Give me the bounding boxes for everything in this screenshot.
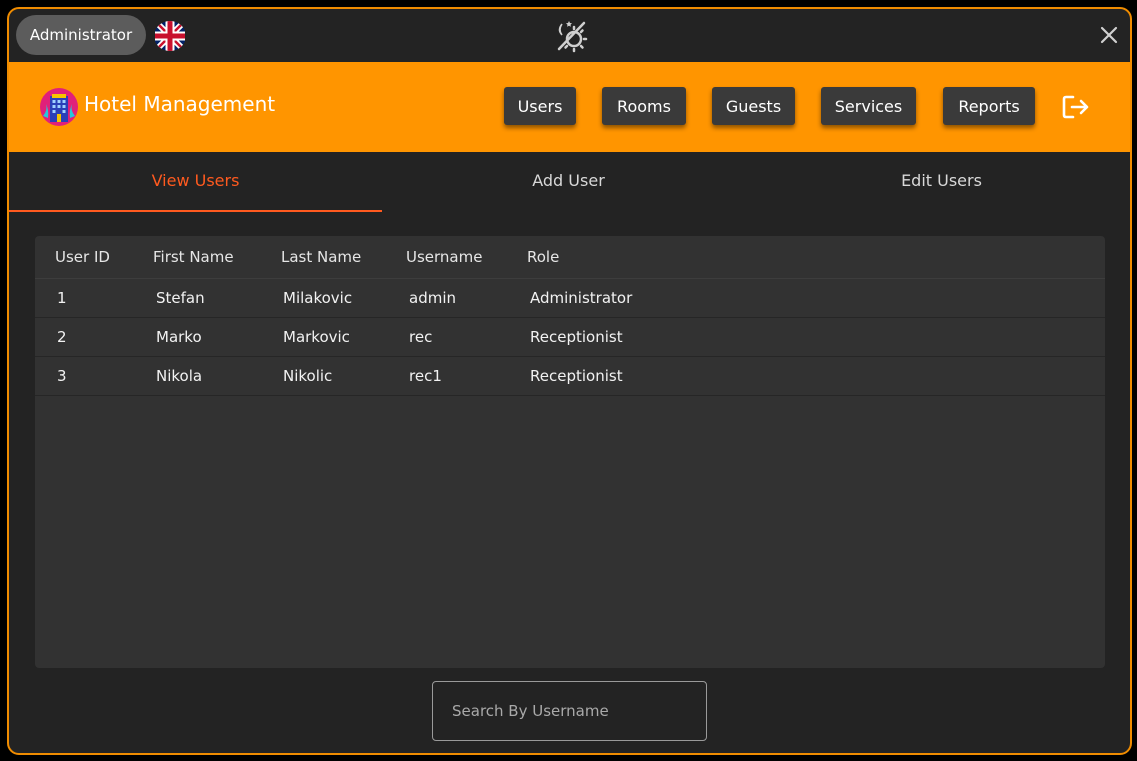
table-row[interactable]: 2 Marko Markovic rec Receptionist (35, 318, 1105, 357)
cell-last-name: Nikolic (283, 367, 333, 385)
nav-rooms-button[interactable]: Rooms (602, 87, 686, 125)
cell-role: Receptionist (530, 328, 623, 346)
tab-edit-users[interactable]: Edit Users (755, 152, 1128, 212)
column-header-username[interactable]: Username (406, 236, 482, 279)
cell-username: admin (409, 289, 456, 307)
tab-add-user[interactable]: Add User (382, 152, 755, 212)
column-header-last-name[interactable]: Last Name (281, 236, 361, 279)
close-icon[interactable] (1099, 25, 1119, 45)
active-tab-indicator (9, 210, 382, 212)
app-title: Hotel Management (84, 92, 276, 116)
tab-view-users[interactable]: View Users (9, 152, 382, 212)
table-header: User ID First Name Last Name Username Ro… (35, 236, 1105, 279)
cell-username: rec (409, 328, 433, 346)
search-username-input[interactable] (432, 681, 707, 741)
users-table: User ID First Name Last Name Username Ro… (35, 236, 1105, 668)
hotel-logo-icon (40, 88, 78, 126)
cell-role: Receptionist (530, 367, 623, 385)
tab-bar: View Users Add User Edit Users (9, 152, 1130, 212)
cell-last-name: Milakovic (283, 289, 353, 307)
user-role-badge[interactable]: Administrator (16, 15, 146, 55)
cell-user-id: 3 (57, 367, 67, 385)
theme-toggle-icon[interactable] (553, 18, 589, 54)
nav-reports-button[interactable]: Reports (943, 87, 1035, 125)
column-header-role[interactable]: Role (527, 236, 559, 279)
cell-username: rec1 (409, 367, 442, 385)
cell-last-name: Markovic (283, 328, 350, 346)
column-header-first-name[interactable]: First Name (153, 236, 234, 279)
uk-flag-icon[interactable] (154, 21, 186, 51)
cell-first-name: Marko (156, 328, 202, 346)
cell-user-id: 2 (57, 328, 67, 346)
app-window: Administrator Hotel Management Users Roo… (7, 7, 1132, 755)
logout-icon[interactable] (1062, 94, 1090, 120)
table-row[interactable]: 3 Nikola Nikolic rec1 Receptionist (35, 357, 1105, 396)
cell-first-name: Nikola (156, 367, 203, 385)
nav-guests-button[interactable]: Guests (712, 87, 795, 125)
cell-first-name: Stefan (156, 289, 205, 307)
nav-users-button[interactable]: Users (504, 87, 576, 125)
nav-services-button[interactable]: Services (821, 87, 916, 125)
cell-role: Administrator (530, 289, 633, 307)
app-header: Hotel Management Users Rooms Guests Serv… (9, 62, 1130, 152)
column-header-user-id[interactable]: User ID (55, 236, 110, 279)
table-row[interactable]: 1 Stefan Milakovic admin Administrator (35, 279, 1105, 318)
title-bar: Administrator (9, 9, 1130, 62)
cell-user-id: 1 (57, 289, 67, 307)
